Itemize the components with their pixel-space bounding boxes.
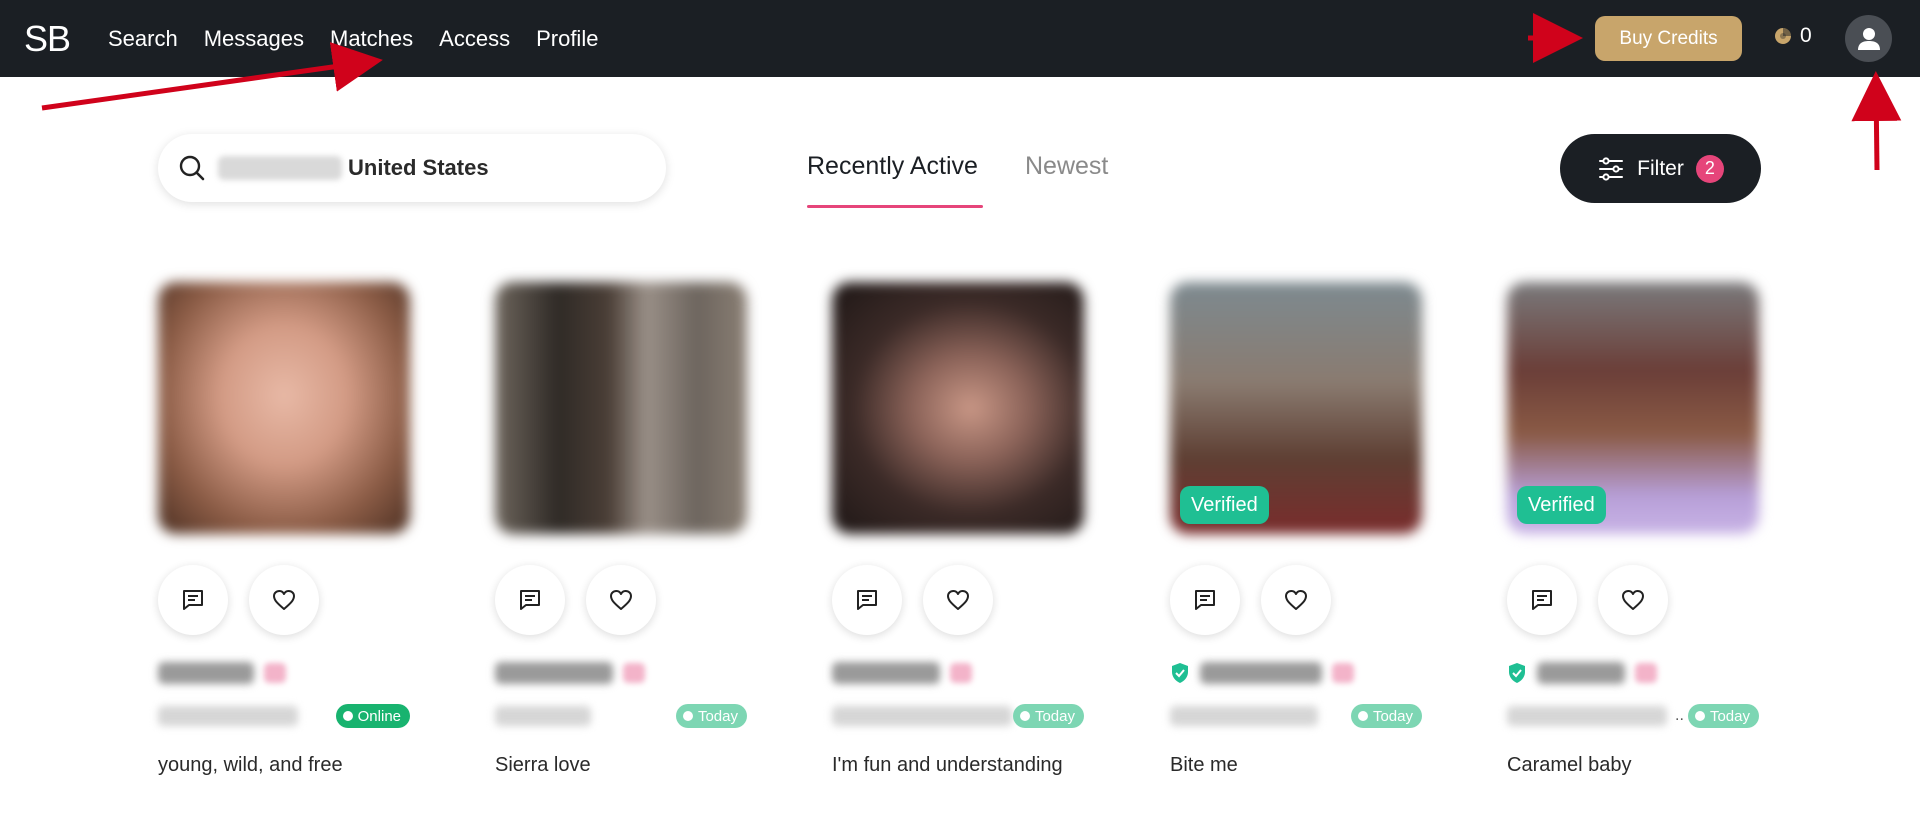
status-badge: Today [1012,704,1084,728]
buy-credits-button[interactable]: Buy Credits [1595,16,1742,61]
account-avatar-button[interactable] [1845,15,1892,62]
status-badge: Today [1687,704,1759,728]
heart-icon [947,590,969,610]
favorite-button[interactable] [249,565,319,635]
profile-tagline: young, wild, and free [158,754,343,776]
verified-shield-icon [1507,662,1527,684]
username-redacted [158,662,254,684]
sliders-icon [1599,156,1624,181]
message-button[interactable] [495,565,565,635]
favorite-button[interactable] [586,565,656,635]
age-redacted [1635,663,1657,683]
verified-shield-icon [1170,662,1190,684]
profile-card[interactable]: Online young, wild, and free [158,282,413,802]
top-nav-bar: SB Search Messages Matches Access Profil… [0,0,1920,77]
status-badge: Online [335,704,410,728]
nav-search[interactable]: Search [108,26,178,52]
profile-photo[interactable] [158,282,410,534]
heart-icon [273,590,295,610]
favorite-button[interactable] [1261,565,1331,635]
location-redacted [832,706,1012,726]
username-redacted [1537,662,1625,684]
status-label: Today [1709,707,1750,725]
profile-tagline: Bite me [1170,754,1238,776]
location-redacted [1507,706,1667,726]
active-tab-indicator [807,205,983,208]
message-button[interactable] [1170,565,1240,635]
location-search-input[interactable]: United States [158,134,666,202]
tab-newest[interactable]: Newest [1025,152,1108,181]
name-row [1507,660,1657,686]
location-redacted [158,706,298,726]
message-button[interactable] [832,565,902,635]
chat-icon [1195,590,1215,610]
profile-tagline: Caramel baby [1507,754,1632,776]
name-row [495,660,645,686]
location-redacted [495,706,591,726]
age-redacted [1332,663,1354,683]
logo[interactable]: SB [24,18,71,60]
name-row [1170,660,1354,686]
tab-recently-active[interactable]: Recently Active [807,152,978,181]
favorite-button[interactable] [923,565,993,635]
message-button[interactable] [1507,565,1577,635]
age-redacted [264,663,286,683]
filter-count-badge: 2 [1695,154,1724,183]
name-row [832,660,972,686]
status-badge: Today [1350,704,1422,728]
name-row [158,660,286,686]
status-dot-icon [682,711,693,721]
search-city-redacted [218,156,342,180]
location-ellipsis: .. [1675,707,1684,724]
status-dot-icon [1694,711,1705,721]
filter-label: Filter [1637,156,1684,180]
status-label: Online [357,707,401,725]
chat-icon [183,590,203,610]
credit-coin-icon [1775,28,1791,44]
verified-badge: Verified [1517,486,1606,524]
nav-messages[interactable]: Messages [204,26,304,52]
age-redacted [950,663,972,683]
search-country: United States [348,155,489,180]
status-dot-icon [342,711,353,721]
favorite-button[interactable] [1598,565,1668,635]
nav-access[interactable]: Access [439,26,510,52]
credits-count: 0 [1800,24,1812,47]
profile-tagline: I'm fun and understanding [832,754,1063,776]
verified-badge: Verified [1180,486,1269,524]
main-nav: Search Messages Matches Access Profile [108,0,598,77]
profile-card[interactable]: Today Sierra love [495,282,750,802]
username-redacted [495,662,613,684]
age-redacted [623,663,645,683]
credits-balance[interactable]: 0 [1774,24,1812,48]
user-icon [1857,27,1880,50]
status-dot-icon [1357,711,1368,721]
profile-card[interactable]: Verified Today Bite me [1170,282,1425,802]
heart-icon [1622,590,1644,610]
status-label: Today [697,707,738,725]
location-redacted [1170,706,1318,726]
annotation-arrow-avatar [1851,71,1902,171]
username-redacted [1200,662,1322,684]
chat-icon [1532,590,1552,610]
nav-profile[interactable]: Profile [536,26,598,52]
nav-matches[interactable]: Matches [330,26,413,52]
profile-card[interactable]: Verified .. Today Caramel baby [1507,282,1762,802]
status-label: Today [1034,707,1075,725]
message-button[interactable] [158,565,228,635]
chat-icon [857,590,877,610]
search-icon [179,155,205,181]
heart-icon [610,590,632,610]
status-dot-icon [1019,711,1030,721]
profile-tagline: Sierra love [495,754,591,776]
heart-icon [1285,590,1307,610]
filter-button[interactable]: Filter 2 [1560,134,1761,203]
profile-photo[interactable] [495,282,747,534]
profile-card[interactable]: Today I'm fun and understanding [832,282,1087,802]
status-badge: Today [675,704,747,728]
profile-photo[interactable] [832,282,1084,534]
chat-icon [520,590,540,610]
status-label: Today [1372,707,1413,725]
username-redacted [832,662,940,684]
